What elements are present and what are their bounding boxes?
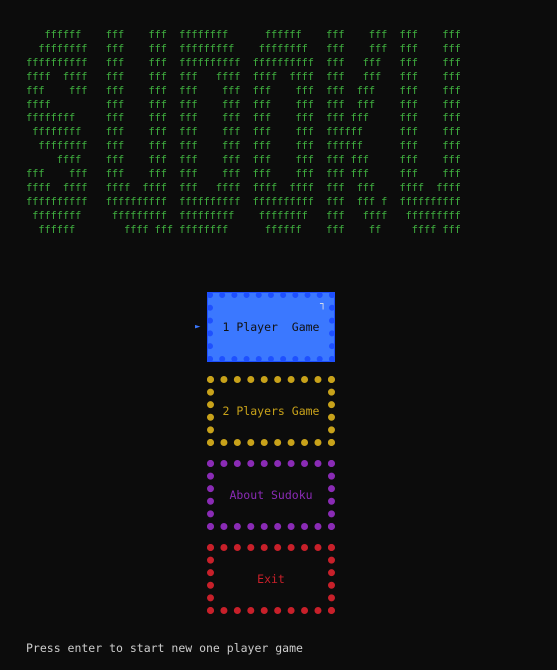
one-player-game-label: 1 Player Game <box>222 320 320 334</box>
one-player-game-button[interactable]: ┐ 1 Player Game <box>207 292 335 362</box>
sudoku-ascii-logo: ffffff fff fff ffffffff ffffff fff fff f… <box>26 29 461 236</box>
two-players-game-button[interactable]: 2 Players Game <box>207 376 335 446</box>
selection-pointer-icon: ► <box>195 322 201 332</box>
about-sudoku-button[interactable]: About Sudoku <box>207 460 335 530</box>
two-players-game-label: 2 Players Game <box>222 404 320 418</box>
exit-button[interactable]: Exit <box>207 544 335 614</box>
status-hint-text: Press enter to start new one player game <box>26 641 303 655</box>
exit-label: Exit <box>257 572 285 586</box>
about-sudoku-label: About Sudoku <box>229 488 313 502</box>
selection-corner-icon: ┐ <box>319 299 326 310</box>
